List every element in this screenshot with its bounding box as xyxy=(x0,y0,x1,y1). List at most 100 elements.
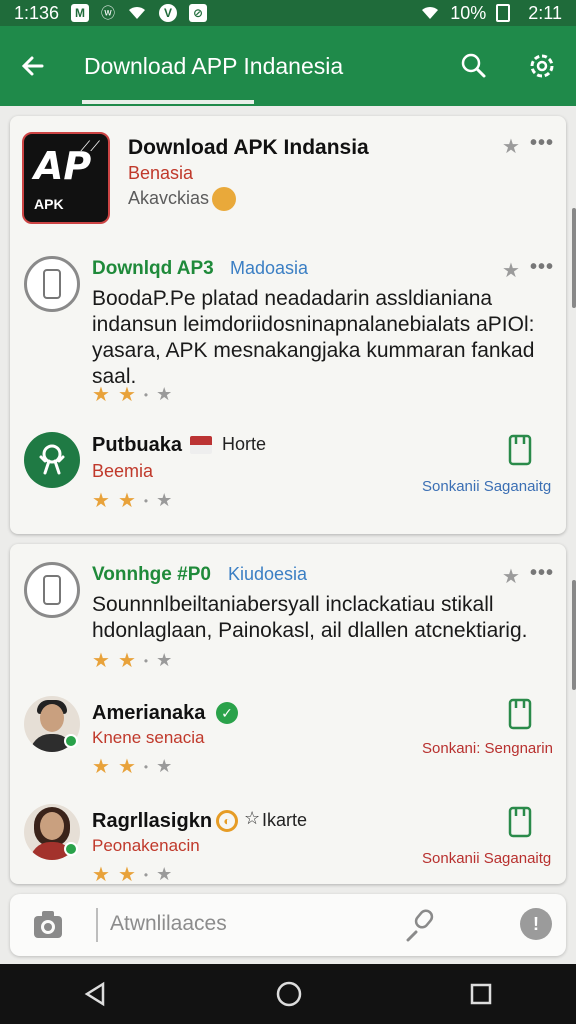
scrollbar[interactable] xyxy=(572,580,576,690)
user-name[interactable]: Amerianaka xyxy=(92,702,205,725)
rating-stars: ★ ★ • ★ xyxy=(92,382,172,407)
item-action[interactable]: Sonkanii Saganaitg xyxy=(422,478,551,495)
app-thumbnail[interactable] xyxy=(24,256,80,312)
settings-button[interactable] xyxy=(508,26,576,106)
camera-icon[interactable] xyxy=(32,908,64,942)
settings-icon xyxy=(530,54,554,78)
star-filled-icon: ★ xyxy=(92,756,110,778)
user-name[interactable]: Ragrllasigkn xyxy=(92,810,212,833)
star-outline-icon: ☆ xyxy=(244,808,261,828)
feed-card: Vonnhge #P0 Kiudoesia ★ ••• Sounnnlbeilt… xyxy=(10,544,566,884)
star-filled-icon: ★ xyxy=(92,864,110,884)
tab-indicator xyxy=(82,100,254,104)
app-logo-icon xyxy=(39,444,65,475)
favorite-star-icon[interactable]: ★ xyxy=(502,258,520,283)
nav-home-icon[interactable] xyxy=(275,980,303,1008)
post-tag: Kiudoesia xyxy=(228,564,308,584)
info-icon[interactable]: ! xyxy=(520,908,552,940)
phone-icon xyxy=(43,575,61,605)
star-empty-icon: ★ xyxy=(156,864,173,884)
rating-stars: ★ ★ • ★ xyxy=(92,488,172,513)
wifi-icon xyxy=(129,6,146,19)
star-filled-icon: ★ xyxy=(117,650,136,672)
item-subtitle: Beemia xyxy=(92,461,154,481)
spark-icon: ⟋⟋ xyxy=(80,138,100,154)
wifi-signal-icon xyxy=(422,6,439,19)
verified-icon: ✓ xyxy=(216,702,238,724)
save-icon[interactable] xyxy=(508,434,532,466)
featured-card: AP ⟋⟋ APK Download APK Indansia Benasia … xyxy=(10,116,566,534)
item-title[interactable]: Downlqd AP3 xyxy=(92,258,214,280)
flag-icon xyxy=(190,436,212,454)
user-subtitle: Knene senacia xyxy=(92,728,205,747)
star-filled-icon: ★ xyxy=(117,490,136,512)
star-empty-icon: ★ xyxy=(156,650,173,670)
post-title[interactable]: Vonnhge #P0 xyxy=(92,564,211,586)
user-action[interactable]: Sonkani: Sengnarin xyxy=(422,740,553,757)
app-icon-subtext: APK xyxy=(34,196,64,212)
favorite-star-icon[interactable]: ★ xyxy=(502,134,520,159)
status-bar: 1:136 M ⓦ V ⊘ 10% 2:11 xyxy=(0,0,576,26)
mic-icon[interactable] xyxy=(404,908,438,942)
search-button[interactable] xyxy=(440,26,508,106)
user-tag: Ikarte xyxy=(262,810,308,830)
dot-separator: • xyxy=(143,653,149,668)
avatar-head xyxy=(40,704,64,732)
notification-app-icon: M xyxy=(71,4,90,22)
more-options-icon[interactable]: ••• xyxy=(530,562,554,585)
dot-separator: • xyxy=(143,387,149,402)
featured-meta: Akavckias xyxy=(128,188,210,208)
dot-separator: • xyxy=(143,493,149,508)
phone-icon xyxy=(43,269,61,299)
compose-bar: Atwnlilaaces ! xyxy=(10,894,566,956)
more-options-icon[interactable]: ••• xyxy=(530,132,554,155)
emoji-icon xyxy=(212,187,236,211)
page-title: Download APP Indanesia xyxy=(84,52,344,79)
save-icon[interactable] xyxy=(508,698,532,730)
save-icon[interactable] xyxy=(508,806,532,838)
star-filled-icon: ★ xyxy=(92,384,110,406)
avatar-head xyxy=(40,812,64,840)
featured-subtitle: Benasia xyxy=(128,163,194,183)
apk-app-icon[interactable]: AP ⟋⟋ APK xyxy=(22,132,110,224)
compose-input[interactable]: Atwnlilaaces xyxy=(110,912,227,936)
app-thumbnail[interactable] xyxy=(24,432,80,488)
user-action[interactable]: Sonkanii Saganaitg xyxy=(422,850,551,867)
item-tag: Madoasia xyxy=(230,258,309,278)
battery-level: 10% xyxy=(450,2,487,23)
blocked-icon: ⊘ xyxy=(189,4,208,22)
star-filled-icon: ★ xyxy=(117,384,136,406)
search-icon xyxy=(461,53,486,78)
star-filled-icon: ★ xyxy=(117,864,136,884)
back-button[interactable] xyxy=(0,26,66,106)
star-filled-icon: ★ xyxy=(92,650,110,672)
nav-recents-icon[interactable] xyxy=(469,982,493,1006)
star-filled-icon: ★ xyxy=(117,756,136,778)
item-title[interactable]: Putbuaka xyxy=(92,434,182,457)
divider xyxy=(96,908,98,942)
badge-icon: ◐ xyxy=(216,810,238,832)
dot-separator: • xyxy=(143,867,149,882)
star-filled-icon: ★ xyxy=(92,490,110,512)
app-thumbnail[interactable] xyxy=(24,562,80,618)
vpn-icon: V xyxy=(159,4,178,22)
star-empty-icon: ★ xyxy=(156,490,173,510)
battery-icon xyxy=(496,4,511,22)
more-options-icon[interactable]: ••• xyxy=(530,256,554,279)
dot-separator: • xyxy=(143,759,149,774)
user-subtitle: Peonakenacin xyxy=(92,836,200,855)
nav-back-icon[interactable] xyxy=(83,981,109,1007)
status-time-right: 2:11 xyxy=(528,2,562,23)
favorite-star-icon[interactable]: ★ xyxy=(502,564,520,589)
featured-title[interactable]: Download APK Indansia xyxy=(128,136,369,160)
back-arrow-icon xyxy=(21,56,44,76)
online-status-icon xyxy=(64,842,78,856)
item-description: BoodaP.Pe platad neadadarin assldianiana… xyxy=(92,287,535,388)
rating-stars: ★ ★ • ★ xyxy=(92,862,172,884)
star-empty-icon: ★ xyxy=(156,756,173,776)
post-description: Sounnnlbeiltaniabersyall inclackatiau st… xyxy=(92,593,528,642)
rating-stars: ★ ★ • ★ xyxy=(92,754,172,779)
item-tag: Horte xyxy=(222,434,267,454)
system-nav-bar xyxy=(0,964,576,1024)
scrollbar[interactable] xyxy=(572,208,576,308)
